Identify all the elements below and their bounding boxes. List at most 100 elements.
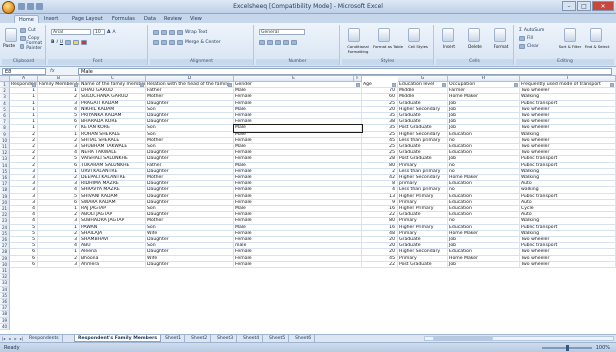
last-sheet-icon[interactable]: ▸| <box>19 336 24 341</box>
prev-sheet-icon[interactable]: ◂ <box>7 336 12 341</box>
tab-review[interactable]: Review <box>160 15 186 23</box>
borders-icon[interactable] <box>65 39 72 45</box>
currency-icon[interactable] <box>259 39 265 45</box>
fx-icon[interactable]: fx <box>50 68 74 75</box>
minimize-icon[interactable]: – <box>562 1 576 11</box>
paste-icon[interactable] <box>5 28 17 42</box>
shrink-font-icon[interactable]: A <box>112 30 115 35</box>
align-right-icon[interactable] <box>169 39 175 45</box>
sheet-tab-sheet5[interactable]: Sheet5 <box>266 335 290 342</box>
align-center-icon[interactable] <box>161 39 167 45</box>
underline-icon[interactable]: U <box>60 40 63 45</box>
autosum-button[interactable]: Σ AutoSum <box>519 27 544 33</box>
tab-formulas[interactable]: Formulas <box>108 15 139 23</box>
cut-button[interactable]: Cut <box>20 27 36 33</box>
zoom-level[interactable]: 100% <box>596 345 610 351</box>
filter-dropdown-icon[interactable]: ▾ <box>32 83 36 87</box>
table-cell[interactable]: Two wheeler <box>520 261 616 268</box>
table-cell[interactable]: Post Graduate <box>398 261 448 268</box>
increase-decimal-icon[interactable] <box>283 39 289 45</box>
sort-filter-icon[interactable] <box>564 28 576 42</box>
filter-dropdown-icon[interactable]: ▾ <box>610 83 614 87</box>
format-cells-icon[interactable] <box>494 28 506 42</box>
table-cell[interactable]: 3 <box>38 261 80 268</box>
align-bottom-icon[interactable] <box>169 29 175 35</box>
fill-color-icon[interactable] <box>73 39 80 45</box>
tab-insert[interactable]: Insert <box>40 15 62 23</box>
delete-button[interactable]: Delete <box>464 44 486 49</box>
grow-font-icon[interactable]: A <box>107 30 110 35</box>
format-button[interactable]: Format <box>490 44 512 49</box>
align-middle-icon[interactable] <box>161 29 167 35</box>
cells-group: Insert Delete Format Cells <box>436 25 514 65</box>
delete-cells-icon[interactable] <box>468 28 480 42</box>
filter-dropdown-icon[interactable]: ▾ <box>356 83 360 87</box>
filter-dropdown-icon[interactable]: ▾ <box>74 83 78 87</box>
find-select-button[interactable]: Find & Select <box>584 44 610 49</box>
sheet-tab-sheet4[interactable]: Sheet4 <box>240 335 264 342</box>
sheet-tab-respondents[interactable]: Respondents <box>26 335 63 342</box>
number-format-select[interactable]: General <box>259 29 305 35</box>
tab-data[interactable]: Data <box>140 15 160 23</box>
maximize-icon[interactable]: □ <box>577 1 591 11</box>
selected-cell[interactable]: Male <box>233 124 363 133</box>
comma-icon[interactable] <box>275 39 281 45</box>
format-as-table-icon[interactable] <box>378 28 390 42</box>
spreadsheet-grid[interactable]: A B C D E F G H I 1 2 3 4 5 6 7 8 9 10 11 12 13 14 15 16 17 18 19 20… <box>0 76 616 334</box>
font-name-select[interactable]: Arial <box>51 29 91 35</box>
fill-button[interactable]: Fill <box>519 35 533 41</box>
sheet-tab-sheet1[interactable]: Sheet1 <box>162 335 186 342</box>
merge-center-button[interactable]: Merge & Center <box>185 40 221 45</box>
conditional-formatting-icon[interactable] <box>348 28 360 42</box>
table-cell[interactable]: Job <box>448 261 520 268</box>
orientation-icon[interactable] <box>177 29 183 35</box>
clear-button[interactable]: Clear <box>519 43 539 49</box>
tab-home[interactable]: Home <box>14 15 39 23</box>
insert-button[interactable]: Insert <box>438 44 460 49</box>
horizontal-scroll-thumb[interactable] <box>433 337 493 340</box>
decrease-decimal-icon[interactable] <box>291 39 297 45</box>
horizontal-scrollbar[interactable] <box>424 336 614 341</box>
sheet-tab-sheet2[interactable]: Sheet2 <box>188 335 212 342</box>
font-color-icon[interactable] <box>81 39 88 45</box>
filter-dropdown-icon[interactable]: ▾ <box>514 83 518 87</box>
font-size-select[interactable]: 10 <box>93 29 105 35</box>
sort-filter-button[interactable]: Sort & Filter <box>558 44 582 49</box>
format-painter-button[interactable]: Format Painter <box>20 41 45 51</box>
insert-cells-icon[interactable] <box>442 28 454 42</box>
indent-icon[interactable] <box>177 39 183 45</box>
cell-styles-icon[interactable] <box>408 28 420 42</box>
row-header[interactable]: 40 <box>0 323 10 330</box>
sheet-tab-family-members[interactable]: Respondent's Family Members <box>74 335 162 342</box>
format-as-table-button[interactable]: Format as Table <box>373 44 403 49</box>
align-left-icon[interactable] <box>153 39 159 45</box>
wrap-text-button[interactable]: Wrap Text <box>185 30 207 35</box>
cell-styles-button[interactable]: Cell Styles <box>403 44 433 49</box>
table-cell[interactable]: 6 <box>10 261 38 268</box>
table-cell[interactable]: 22 <box>362 261 398 268</box>
find-select-icon[interactable] <box>590 28 602 42</box>
tab-page-layout[interactable]: Page Layout <box>68 15 107 23</box>
filter-dropdown-icon[interactable]: ▾ <box>140 83 144 87</box>
next-sheet-icon[interactable]: ▸ <box>13 336 18 341</box>
sheet-tab-sheet3[interactable]: Sheet3 <box>214 335 238 342</box>
sheet-tab-sheet6[interactable]: Sheet6 <box>292 335 316 342</box>
align-top-icon[interactable] <box>153 29 159 35</box>
table-cell[interactable]: Female <box>234 261 362 268</box>
table-cell[interactable]: Ahmera <box>80 261 146 268</box>
first-sheet-icon[interactable]: |◂ <box>1 336 6 341</box>
italic-icon[interactable]: I <box>56 40 57 45</box>
table-cell[interactable]: Daughter <box>146 261 234 268</box>
filter-dropdown-icon[interactable]: ▾ <box>442 83 446 87</box>
formula-input[interactable]: Male <box>78 68 612 75</box>
zoom-slider[interactable] <box>542 345 592 351</box>
filter-dropdown-icon[interactable]: ▾ <box>228 83 232 87</box>
filter-dropdown-icon[interactable]: ▾ <box>392 83 396 87</box>
conditional-formatting-button[interactable]: Conditional Formatting <box>343 44 373 54</box>
name-box[interactable]: E8 <box>2 68 46 75</box>
bold-icon[interactable]: B <box>51 40 54 45</box>
percent-icon[interactable] <box>267 39 273 45</box>
close-icon[interactable]: ✕ <box>592 1 614 11</box>
tab-view[interactable]: View <box>186 15 206 23</box>
paste-button[interactable]: Paste <box>3 44 15 49</box>
